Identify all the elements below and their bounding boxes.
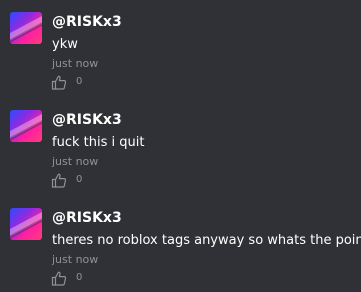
like-count: 0 xyxy=(76,272,83,283)
like-count: 0 xyxy=(76,174,83,185)
comment-post: @RISKx3 theres no roblox tags anyway so … xyxy=(10,208,361,292)
like-button[interactable] xyxy=(49,269,69,287)
comment-text: fuck this i quit xyxy=(52,135,145,150)
thumbs-up-icon xyxy=(51,173,67,188)
comment-post: @RISKx3 ykw just now 0 xyxy=(10,12,355,96)
timestamp: just now xyxy=(52,155,99,168)
avatar[interactable] xyxy=(10,12,42,44)
avatar[interactable] xyxy=(10,110,42,142)
timestamp: just now xyxy=(52,57,99,70)
avatar[interactable] xyxy=(10,208,42,240)
like-button[interactable] xyxy=(49,73,69,91)
comment-text: theres no roblox tags anyway so whats th… xyxy=(52,233,361,248)
username[interactable]: @RISKx3 xyxy=(52,210,122,226)
comment-feed: @RISKx3 ykw just now 0 @RISKx3 fuck this… xyxy=(0,0,361,292)
comment-post: @RISKx3 fuck this i quit just now 0 xyxy=(10,110,355,194)
timestamp: just now xyxy=(52,253,99,266)
comment-text: ykw xyxy=(52,37,78,52)
thumbs-up-icon xyxy=(51,271,67,286)
username[interactable]: @RISKx3 xyxy=(52,112,122,128)
like-button[interactable] xyxy=(49,171,69,189)
like-count: 0 xyxy=(76,76,83,87)
username[interactable]: @RISKx3 xyxy=(52,14,122,30)
thumbs-up-icon xyxy=(51,75,67,90)
